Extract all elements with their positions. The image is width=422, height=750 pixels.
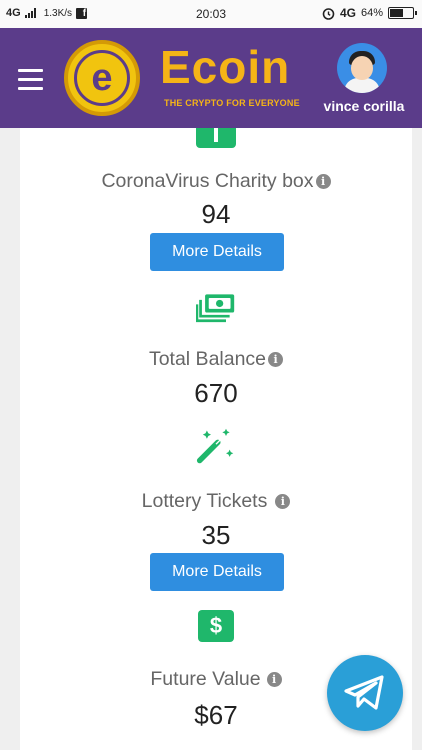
stat-value-balance: 670 xyxy=(194,378,238,408)
logo-coin-letter: e xyxy=(74,50,130,106)
info-icon[interactable]: i xyxy=(268,352,284,367)
telegram-button[interactable] xyxy=(327,655,403,731)
battery-percent: 64% xyxy=(360,7,383,19)
info-icon[interactable]: i xyxy=(275,494,291,509)
info-icon[interactable]: i xyxy=(266,672,282,687)
brand-tagline: THE CRYPTO FOR EVERYONE xyxy=(164,98,300,108)
stat-label-lottery: Lottery Tickets i xyxy=(20,490,412,513)
status-right: 4G 64% xyxy=(322,6,417,20)
stat-value-charity: 94 xyxy=(201,199,231,229)
menu-icon[interactable] xyxy=(18,69,43,90)
more-details-button[interactable]: More Details xyxy=(150,233,284,271)
money-stack-icon xyxy=(196,288,236,328)
telegram-icon xyxy=(344,675,384,710)
status-bar: 4G 1.3K/s f 20:03 4G 64% xyxy=(0,0,422,28)
app-header: e Ecoin THE CRYPTO FOR EVERYONE vince co… xyxy=(0,28,422,128)
battery-icon xyxy=(388,7,417,19)
stat-label-balance: Total Balance i xyxy=(20,348,412,371)
brand-name: Ecoin xyxy=(160,41,291,93)
stat-label-charity: CoronaVirus Charity box i xyxy=(20,170,412,193)
avatar[interactable] xyxy=(337,43,387,93)
more-details-button[interactable]: More Details xyxy=(150,553,284,591)
stat-value-lottery: 35 xyxy=(201,520,231,550)
ecoin-logo-icon: e xyxy=(64,40,140,116)
magic-wand-icon xyxy=(196,426,236,466)
info-icon[interactable]: i xyxy=(315,174,331,189)
network-type-right: 4G xyxy=(339,6,356,20)
alarm-icon xyxy=(322,7,335,20)
username[interactable]: vince corilla xyxy=(315,98,413,114)
charity-icon xyxy=(196,128,236,148)
dollar-icon: $ xyxy=(196,606,236,646)
